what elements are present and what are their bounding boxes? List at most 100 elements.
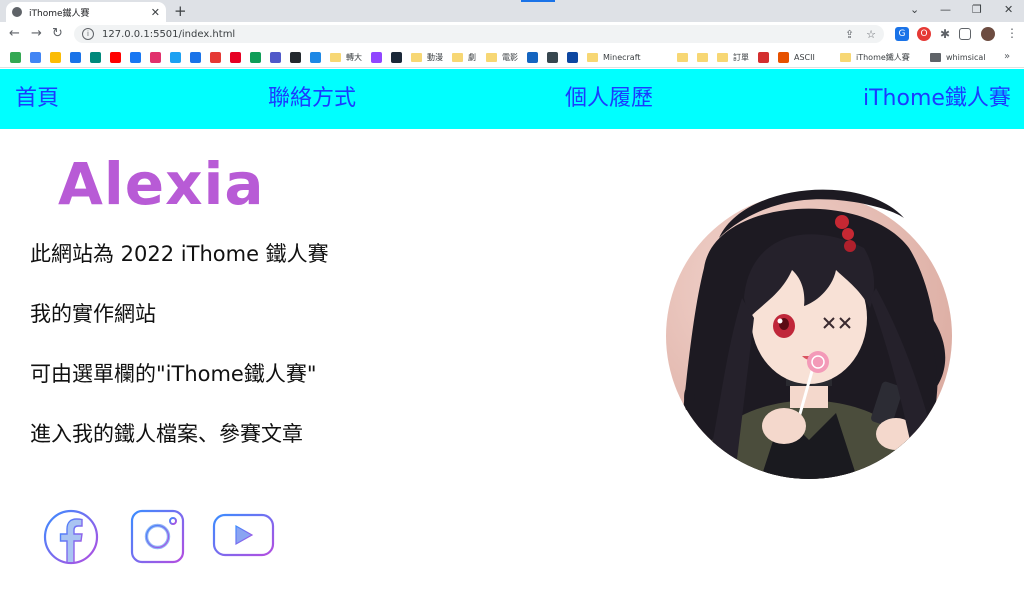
tab-strip: iThome鐵人賽 ✕ + ⌄ — ❐ ✕ [0, 0, 1024, 22]
bookmarks-bar: 轉大 動漫 劇 電影 Minecraft 訂單 ASCII iThome鐵人賽 whimsica… [0, 46, 1024, 68]
share-icon[interactable]: ⇪ [845, 28, 854, 41]
site-favicon-icon [290, 51, 301, 63]
bookmarks-overflow-icon[interactable]: » [1004, 51, 1010, 62]
bookmark-item[interactable] [230, 51, 241, 63]
profile-avatar-image [666, 189, 952, 479]
bookmark-star-icon[interactable]: ☆ [866, 28, 876, 41]
address-bar[interactable]: i 127.0.0.1:5501/index.html ⇪ ☆ [74, 25, 884, 43]
site-favicon-icon [150, 51, 161, 63]
site-favicon-icon [270, 51, 281, 63]
tab-title: iThome鐵人賽 [29, 8, 90, 19]
bookmark-item[interactable] [70, 51, 81, 63]
site-favicon-icon [110, 51, 121, 63]
new-tab-button[interactable]: + [174, 2, 187, 20]
bookmark-item[interactable] [391, 51, 402, 63]
profile-avatar[interactable] [981, 27, 995, 41]
bookmark-label: 動漫 [427, 52, 443, 62]
instagram-icon[interactable] [130, 508, 186, 564]
site-favicon-icon [310, 51, 321, 63]
bookmark-label: ASCII [794, 52, 815, 62]
bookmark-item[interactable]: ASCII [778, 51, 815, 63]
bookmark-item[interactable] [527, 51, 538, 63]
url-text[interactable]: 127.0.0.1:5501/index.html [102, 29, 833, 40]
bookmark-item[interactable]: 訂單 [717, 51, 749, 63]
bookmark-item[interactable] [250, 51, 261, 63]
tab-strip-accent [521, 0, 555, 2]
bookmark-item[interactable] [10, 51, 21, 63]
bookmark-item[interactable] [270, 51, 281, 63]
translate-extension-icon[interactable]: G [895, 27, 909, 41]
site-favicon-icon [130, 51, 141, 63]
intro-line-3: 可由選單欄的"iThome鐵人賽" [30, 362, 317, 386]
more-menu-icon[interactable]: ⋮ [1006, 26, 1018, 40]
nav-resume-link[interactable]: 個人履歷 [565, 69, 653, 129]
side-panel-icon[interactable] [959, 28, 971, 40]
bookmark-item[interactable]: Minecraft [587, 51, 641, 63]
minimize-button[interactable]: — [940, 3, 951, 17]
bookmark-item[interactable] [30, 51, 41, 63]
intro-line-4: 進入我的鐵人檔案、參賽文章 [30, 422, 303, 446]
bookmark-item[interactable]: 劇 [452, 51, 476, 63]
site-favicon-icon [250, 51, 261, 63]
bookmark-item[interactable]: iThome鐵人賽 [840, 51, 910, 63]
opera-extension-icon[interactable]: O [917, 27, 931, 41]
browser-tab[interactable]: iThome鐵人賽 ✕ [6, 2, 166, 22]
site-favicon-icon [230, 51, 241, 63]
close-window-button[interactable]: ✕ [1004, 3, 1013, 17]
folder-icon [330, 52, 341, 62]
site-favicon-icon [90, 51, 101, 63]
nav-contact-link[interactable]: 聯絡方式 [268, 69, 356, 129]
bookmark-label: 轉大 [346, 52, 362, 62]
site-favicon-icon [567, 51, 578, 63]
bookmark-item[interactable]: 電影 [486, 51, 518, 63]
site-favicon-icon [778, 51, 789, 63]
intro-line-1: 此網站為 2022 iThome 鐵人賽 [30, 242, 329, 266]
bookmark-item[interactable] [290, 51, 301, 63]
site-favicon-icon [527, 51, 538, 63]
site-info-icon[interactable]: i [82, 28, 94, 40]
site-favicon-icon [30, 51, 41, 63]
site-favicon-icon [190, 51, 201, 63]
folder-icon [697, 52, 708, 62]
site-favicon-icon [547, 51, 558, 63]
youtube-icon[interactable] [212, 508, 276, 560]
extensions-puzzle-icon[interactable]: ✱ [938, 27, 952, 41]
bookmark-item[interactable] [190, 51, 201, 63]
bookmark-item[interactable] [371, 51, 382, 63]
bookmark-item[interactable] [90, 51, 101, 63]
tab-search-icon[interactable]: ⌄ [910, 3, 919, 17]
nav-home-link[interactable]: 首頁 [15, 69, 59, 129]
bookmark-item[interactable] [130, 51, 141, 63]
bookmark-item[interactable] [697, 51, 708, 63]
bookmark-label: whimsical [946, 52, 986, 62]
bookmark-item[interactable] [677, 51, 688, 63]
bookmark-item[interactable] [50, 51, 61, 63]
bookmark-item[interactable] [310, 51, 321, 63]
folder-icon [677, 52, 688, 62]
reload-icon[interactable]: ↻ [52, 26, 63, 42]
bookmark-item[interactable] [567, 51, 578, 63]
bookmark-item[interactable] [150, 51, 161, 63]
close-tab-icon[interactable]: ✕ [151, 7, 160, 18]
bookmark-label: iThome鐵人賽 [856, 52, 910, 62]
site-favicon-icon [391, 51, 402, 63]
bookmark-label: 劇 [468, 52, 476, 62]
bookmark-item[interactable]: whimsical [930, 51, 986, 63]
bookmark-item[interactable] [758, 51, 769, 63]
folder-icon [840, 52, 851, 62]
nav-ithome-link[interactable]: iThome鐵人賽 [863, 69, 1011, 129]
site-navbar: 首頁 聯絡方式 個人履歷 iThome鐵人賽 [0, 69, 1024, 129]
bookmark-item[interactable] [547, 51, 558, 63]
restore-button[interactable]: ❐ [972, 3, 982, 17]
browser-toolbar: ← → ↻ i 127.0.0.1:5501/index.html ⇪ ☆ G … [0, 22, 1024, 46]
facebook-icon[interactable] [42, 508, 100, 566]
bookmark-item[interactable]: 轉大 [330, 51, 362, 63]
back-icon[interactable]: ← [9, 26, 20, 42]
bookmark-item[interactable] [170, 51, 181, 63]
bookmark-item[interactable] [210, 51, 221, 63]
forward-icon[interactable]: → [31, 26, 42, 42]
bookmark-item[interactable]: 動漫 [411, 51, 443, 63]
site-favicon-icon [70, 51, 81, 63]
bookmark-item[interactable] [110, 51, 121, 63]
intro-line-2: 我的實作網站 [30, 302, 156, 326]
